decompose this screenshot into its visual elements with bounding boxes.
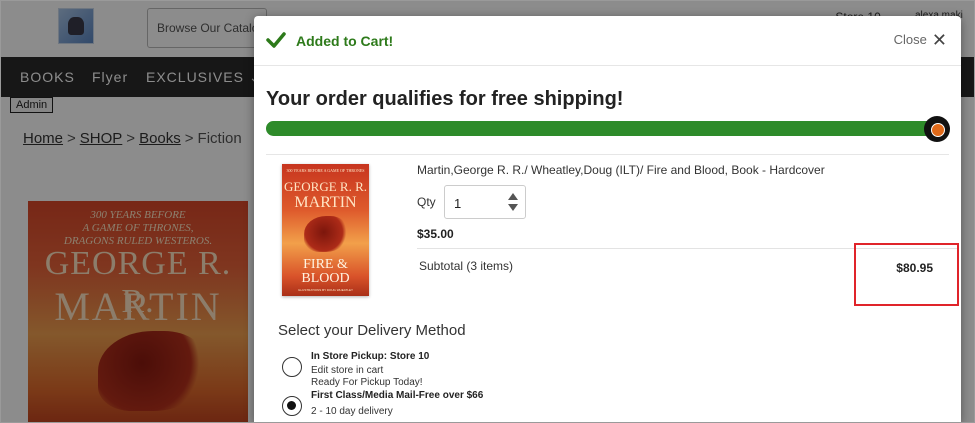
progress-target-icon <box>924 116 950 142</box>
qty-label: Qty <box>417 195 436 209</box>
thumb-author-first: GEORGE R. R. <box>283 179 368 194</box>
radio-button[interactable] <box>282 357 302 377</box>
option-detail: 2 - 10 day delivery <box>311 406 393 417</box>
modal-header: Added to Cart! Close ✕ <box>254 16 961 66</box>
close-icon: ✕ <box>931 29 947 50</box>
dragon-illustration <box>304 216 348 252</box>
shipping-progress-bar <box>266 121 938 136</box>
option-title: First Class/Media Mail-Free over $66 <box>311 390 484 401</box>
arrow-down-icon[interactable] <box>508 204 518 211</box>
product-thumbnail[interactable]: 300 YEARS BEFORE A GAME OF THRONES GEORG… <box>282 164 369 296</box>
thumb-title-line: FIRE & <box>303 257 348 272</box>
option-title: In Store Pickup: Store 10 <box>311 351 430 362</box>
close-label: Close <box>893 32 927 47</box>
thumb-title: FIRE & BLOOD <box>282 258 369 286</box>
subtotal-amount: $80.95 <box>896 261 933 275</box>
checkmark-icon <box>266 32 286 48</box>
subtotal-highlight: $80.95 <box>854 243 959 306</box>
stepper-arrows-icon[interactable] <box>508 193 518 213</box>
thumb-title-line: BLOOD <box>301 271 350 286</box>
shipping-progress-fill <box>266 121 938 136</box>
divider <box>266 154 949 155</box>
arrow-up-icon[interactable] <box>508 193 518 200</box>
close-button[interactable]: Close ✕ <box>893 29 947 50</box>
subtotal-label: Subtotal (3 items) <box>419 259 514 273</box>
edit-store-link[interactable]: Edit store in cart <box>311 365 383 376</box>
quantity-stepper[interactable]: 1 <box>444 185 526 219</box>
added-to-cart-modal: Added to Cart! Close ✕ Your order qualif… <box>254 16 961 423</box>
qty-value: 1 <box>454 196 462 211</box>
thumb-tagline: 300 YEARS BEFORE A GAME OF THRONES <box>286 168 365 173</box>
thumb-author-last: MARTIN <box>294 194 357 211</box>
option-detail: Ready For Pickup Today! <box>311 377 423 388</box>
product-title[interactable]: Martin,George R. R./ Wheatley,Doug (ILT)… <box>417 163 825 177</box>
radio-button[interactable] <box>282 396 302 416</box>
thumb-illustrator: ILLUSTRATIONS BY DOUG WHEATLEY <box>297 288 353 292</box>
free-shipping-message: Your order qualifies for free shipping! <box>266 88 624 110</box>
added-to-cart-text: Added to Cart! <box>296 33 394 49</box>
product-price: $35.00 <box>417 227 454 241</box>
delivery-method-title: Select your Delivery Method <box>278 322 466 339</box>
